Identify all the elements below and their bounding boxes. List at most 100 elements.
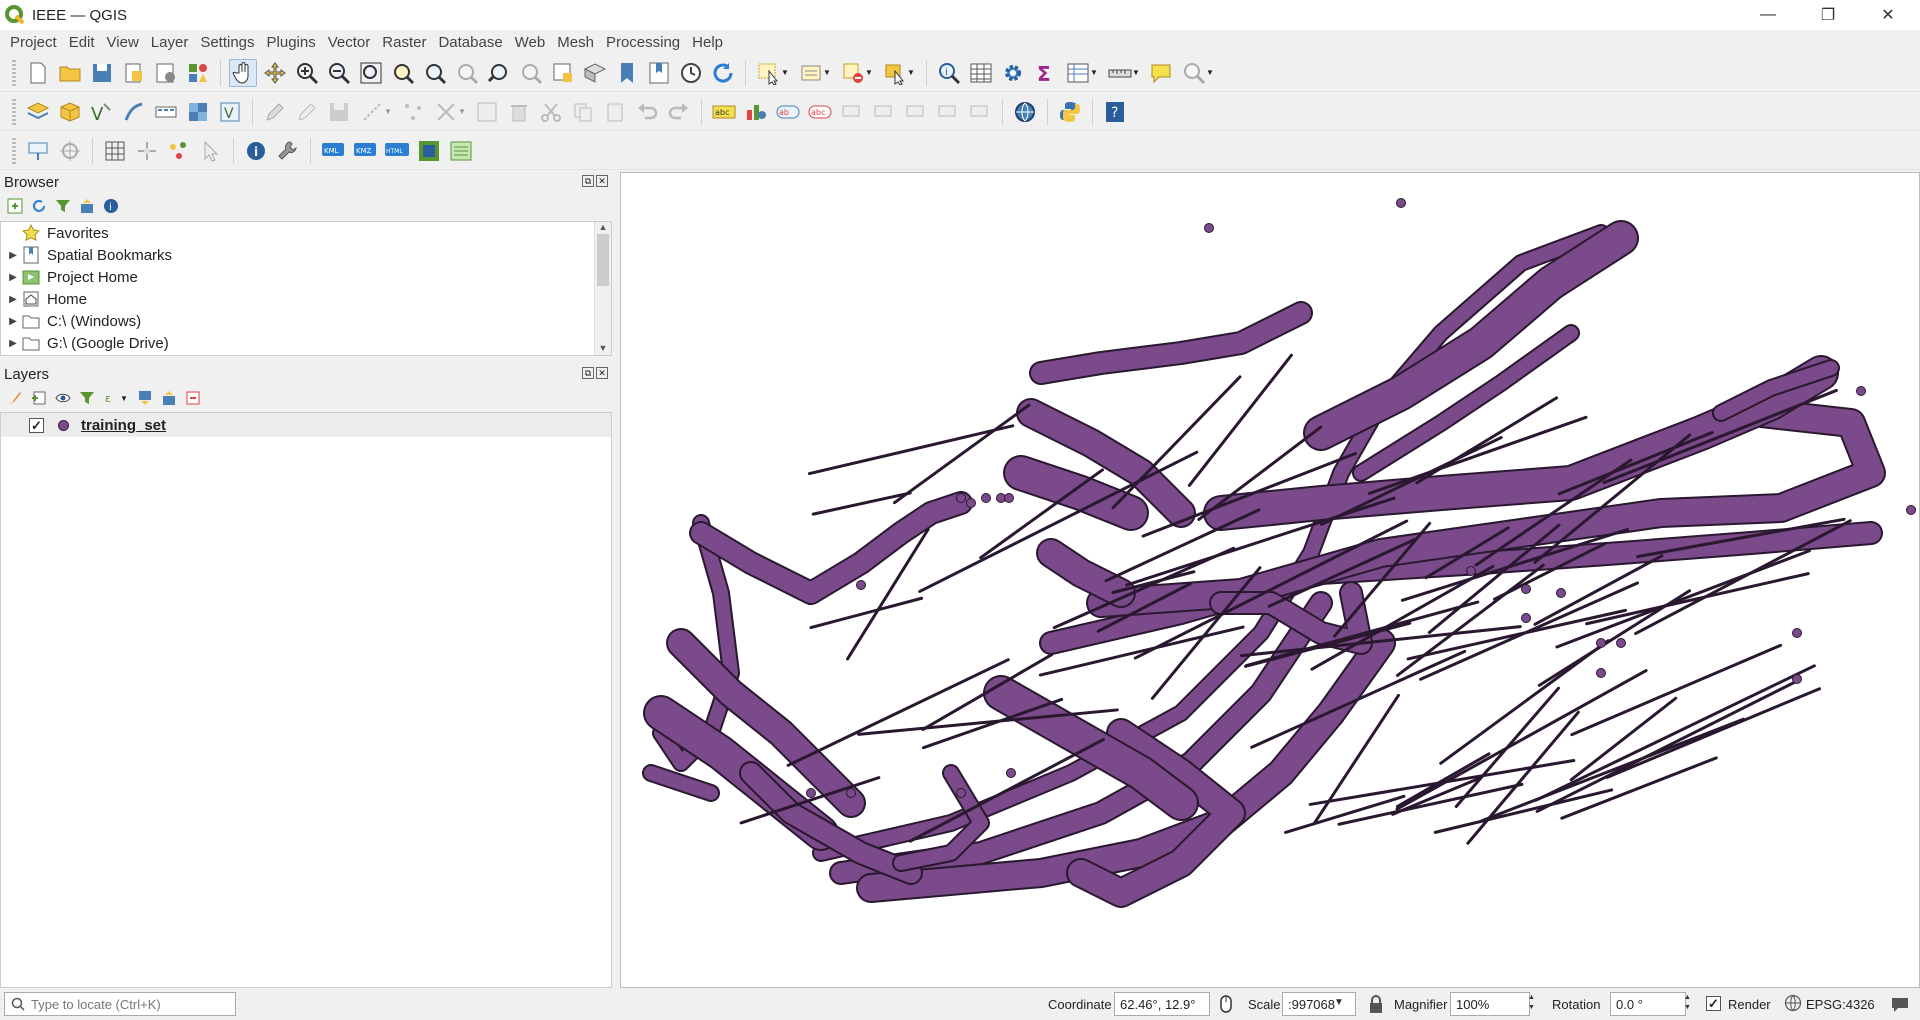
zoom-to-layer-button[interactable] [421, 59, 449, 87]
modify-attributes-button[interactable]: ▼ [431, 98, 469, 126]
refresh-browser-button[interactable] [30, 197, 48, 215]
zoom-out-button[interactable] [325, 59, 353, 87]
open-project-button[interactable] [56, 59, 84, 87]
kml-export-button[interactable]: KML [319, 137, 347, 165]
expand-arrow-icon[interactable]: ▶ [5, 272, 21, 283]
undo-button[interactable] [633, 98, 661, 126]
refresh-button[interactable] [709, 59, 737, 87]
pan-to-selection-button[interactable] [261, 59, 289, 87]
browser-item-spatial-bookmarks[interactable]: ▶ Spatial Bookmarks [1, 244, 611, 266]
scale-field[interactable]: :997068 [1282, 992, 1356, 1016]
filter-legend-button[interactable] [78, 389, 96, 407]
float-panel-button[interactable]: ⧉ [582, 367, 594, 379]
expand-arrow-icon[interactable]: ▶ [5, 338, 21, 349]
expand-arrow-icon[interactable]: ▶ [5, 316, 21, 327]
show-bookmarks-button[interactable] [645, 59, 673, 87]
menu-settings[interactable]: Settings [194, 34, 260, 51]
map-tips-button[interactable] [1147, 59, 1175, 87]
open-attribute-table-button[interactable] [967, 59, 995, 87]
add-layer-button[interactable] [6, 197, 24, 215]
label-properties-button[interactable] [966, 98, 994, 126]
crs-button[interactable] [1784, 994, 1802, 1012]
save-project-button[interactable] [88, 59, 116, 87]
zoom-full-button[interactable] [357, 59, 385, 87]
menu-project[interactable]: Project [4, 34, 63, 51]
menu-help[interactable]: Help [686, 34, 729, 51]
layer-diagram-button[interactable] [742, 98, 770, 126]
browser-item-home[interactable]: ▶ Home [1, 288, 611, 310]
filter-browser-button[interactable] [54, 197, 72, 215]
layer-visibility-checkbox[interactable]: ✓ [29, 417, 44, 433]
new-geopackage-layer-button[interactable] [56, 98, 84, 126]
rotation-field[interactable]: 0.0 ° [1610, 992, 1686, 1016]
pin-labels-button[interactable]: ab [774, 98, 802, 126]
scale-dropdown-icon[interactable]: ▼ [1334, 997, 1344, 1008]
edit-attributes-button[interactable] [473, 98, 501, 126]
menu-vector[interactable]: Vector [322, 34, 377, 51]
select-location-button[interactable]: ▼ [880, 59, 918, 87]
info-button[interactable]: i [242, 137, 270, 165]
close-panel-button[interactable]: ✕ [596, 175, 608, 187]
zoom-to-selection-button[interactable] [389, 59, 417, 87]
browser-item-project-home[interactable]: ▶ Project Home [1, 266, 611, 288]
change-label-button[interactable] [902, 98, 930, 126]
render-checkbox[interactable]: ✓ [1706, 996, 1721, 1011]
collapse-all-button[interactable] [160, 389, 178, 407]
expand-all-button[interactable] [136, 389, 154, 407]
toggle-extents-button[interactable] [1216, 994, 1236, 1014]
browser-item-c-drive[interactable]: ▶ C:\ (Windows) [1, 310, 611, 332]
style-panel-button[interactable] [6, 389, 24, 407]
map-export-button[interactable] [447, 137, 475, 165]
locator-button[interactable]: ▼ [1179, 59, 1217, 87]
add-raster-layer-button[interactable] [184, 98, 212, 126]
minimize-button[interactable]: — [1740, 0, 1796, 30]
deselect-features-button[interactable]: ▼ [838, 59, 876, 87]
properties-button[interactable]: i [102, 197, 120, 215]
snapping-tool-button[interactable] [133, 137, 161, 165]
close-window-button[interactable]: ✕ [1860, 0, 1916, 30]
menu-database[interactable]: Database [432, 34, 508, 51]
select-by-value-button[interactable]: ▼ [796, 59, 834, 87]
layer-labeling-button[interactable]: abc [710, 98, 738, 126]
toolbar-grip[interactable] [12, 137, 16, 164]
add-vector-layer-button[interactable]: V [88, 98, 116, 126]
menu-mesh[interactable]: Mesh [551, 34, 600, 51]
html-export-button[interactable]: HTML [383, 137, 411, 165]
measure-line-button[interactable]: ▼ [1105, 59, 1143, 87]
add-delimited-text-button[interactable] [120, 98, 148, 126]
map-canvas[interactable] [620, 172, 1920, 988]
add-virtual-layer-button[interactable]: V [216, 98, 244, 126]
collapse-all-button[interactable] [78, 197, 96, 215]
toggle-editing-button[interactable] [293, 98, 321, 126]
new-map-view-button[interactable] [549, 59, 577, 87]
toolbar-grip[interactable] [12, 59, 16, 86]
menu-raster[interactable]: Raster [376, 34, 432, 51]
paste-features-button[interactable] [601, 98, 629, 126]
locator-search-input[interactable]: Type to locate (Ctrl+K) [4, 992, 236, 1016]
image-export-button[interactable] [415, 137, 443, 165]
browser-scrollbar[interactable]: ▲ ▼ [594, 222, 611, 355]
open-field-calculator-button[interactable]: ▼ [1063, 59, 1101, 87]
expand-arrow-icon[interactable]: ▶ [5, 294, 21, 305]
add-wms-layer-button[interactable] [152, 98, 180, 126]
identify-features-button[interactable]: i [935, 59, 963, 87]
settings-tool-button[interactable] [274, 137, 302, 165]
magnifier-field[interactable]: 100% [1450, 992, 1530, 1016]
menu-layer[interactable]: Layer [145, 34, 195, 51]
crs-label[interactable]: EPSG:4326 [1806, 997, 1875, 1012]
pan-map-button[interactable] [229, 58, 257, 87]
show-hide-labels-button[interactable] [934, 98, 962, 126]
redo-button[interactable] [665, 98, 693, 126]
zoom-in-button[interactable] [293, 59, 321, 87]
quickmapservices-button[interactable] [1011, 98, 1039, 126]
zoom-next-button[interactable] [517, 59, 545, 87]
coordinate-field[interactable]: 62.46°, 12.9° [1114, 992, 1210, 1016]
help-contents-button[interactable]: ? [1101, 98, 1129, 126]
temporal-controller-button[interactable] [677, 59, 705, 87]
new-3d-map-view-button[interactable] [581, 59, 609, 87]
scroll-thumb[interactable] [597, 234, 609, 286]
georeferencer-button[interactable] [24, 137, 52, 165]
kmz-export-button[interactable]: KMZ [351, 137, 379, 165]
statistical-summary-button[interactable]: Σ [1031, 59, 1059, 87]
python-console-button[interactable] [1056, 98, 1084, 126]
